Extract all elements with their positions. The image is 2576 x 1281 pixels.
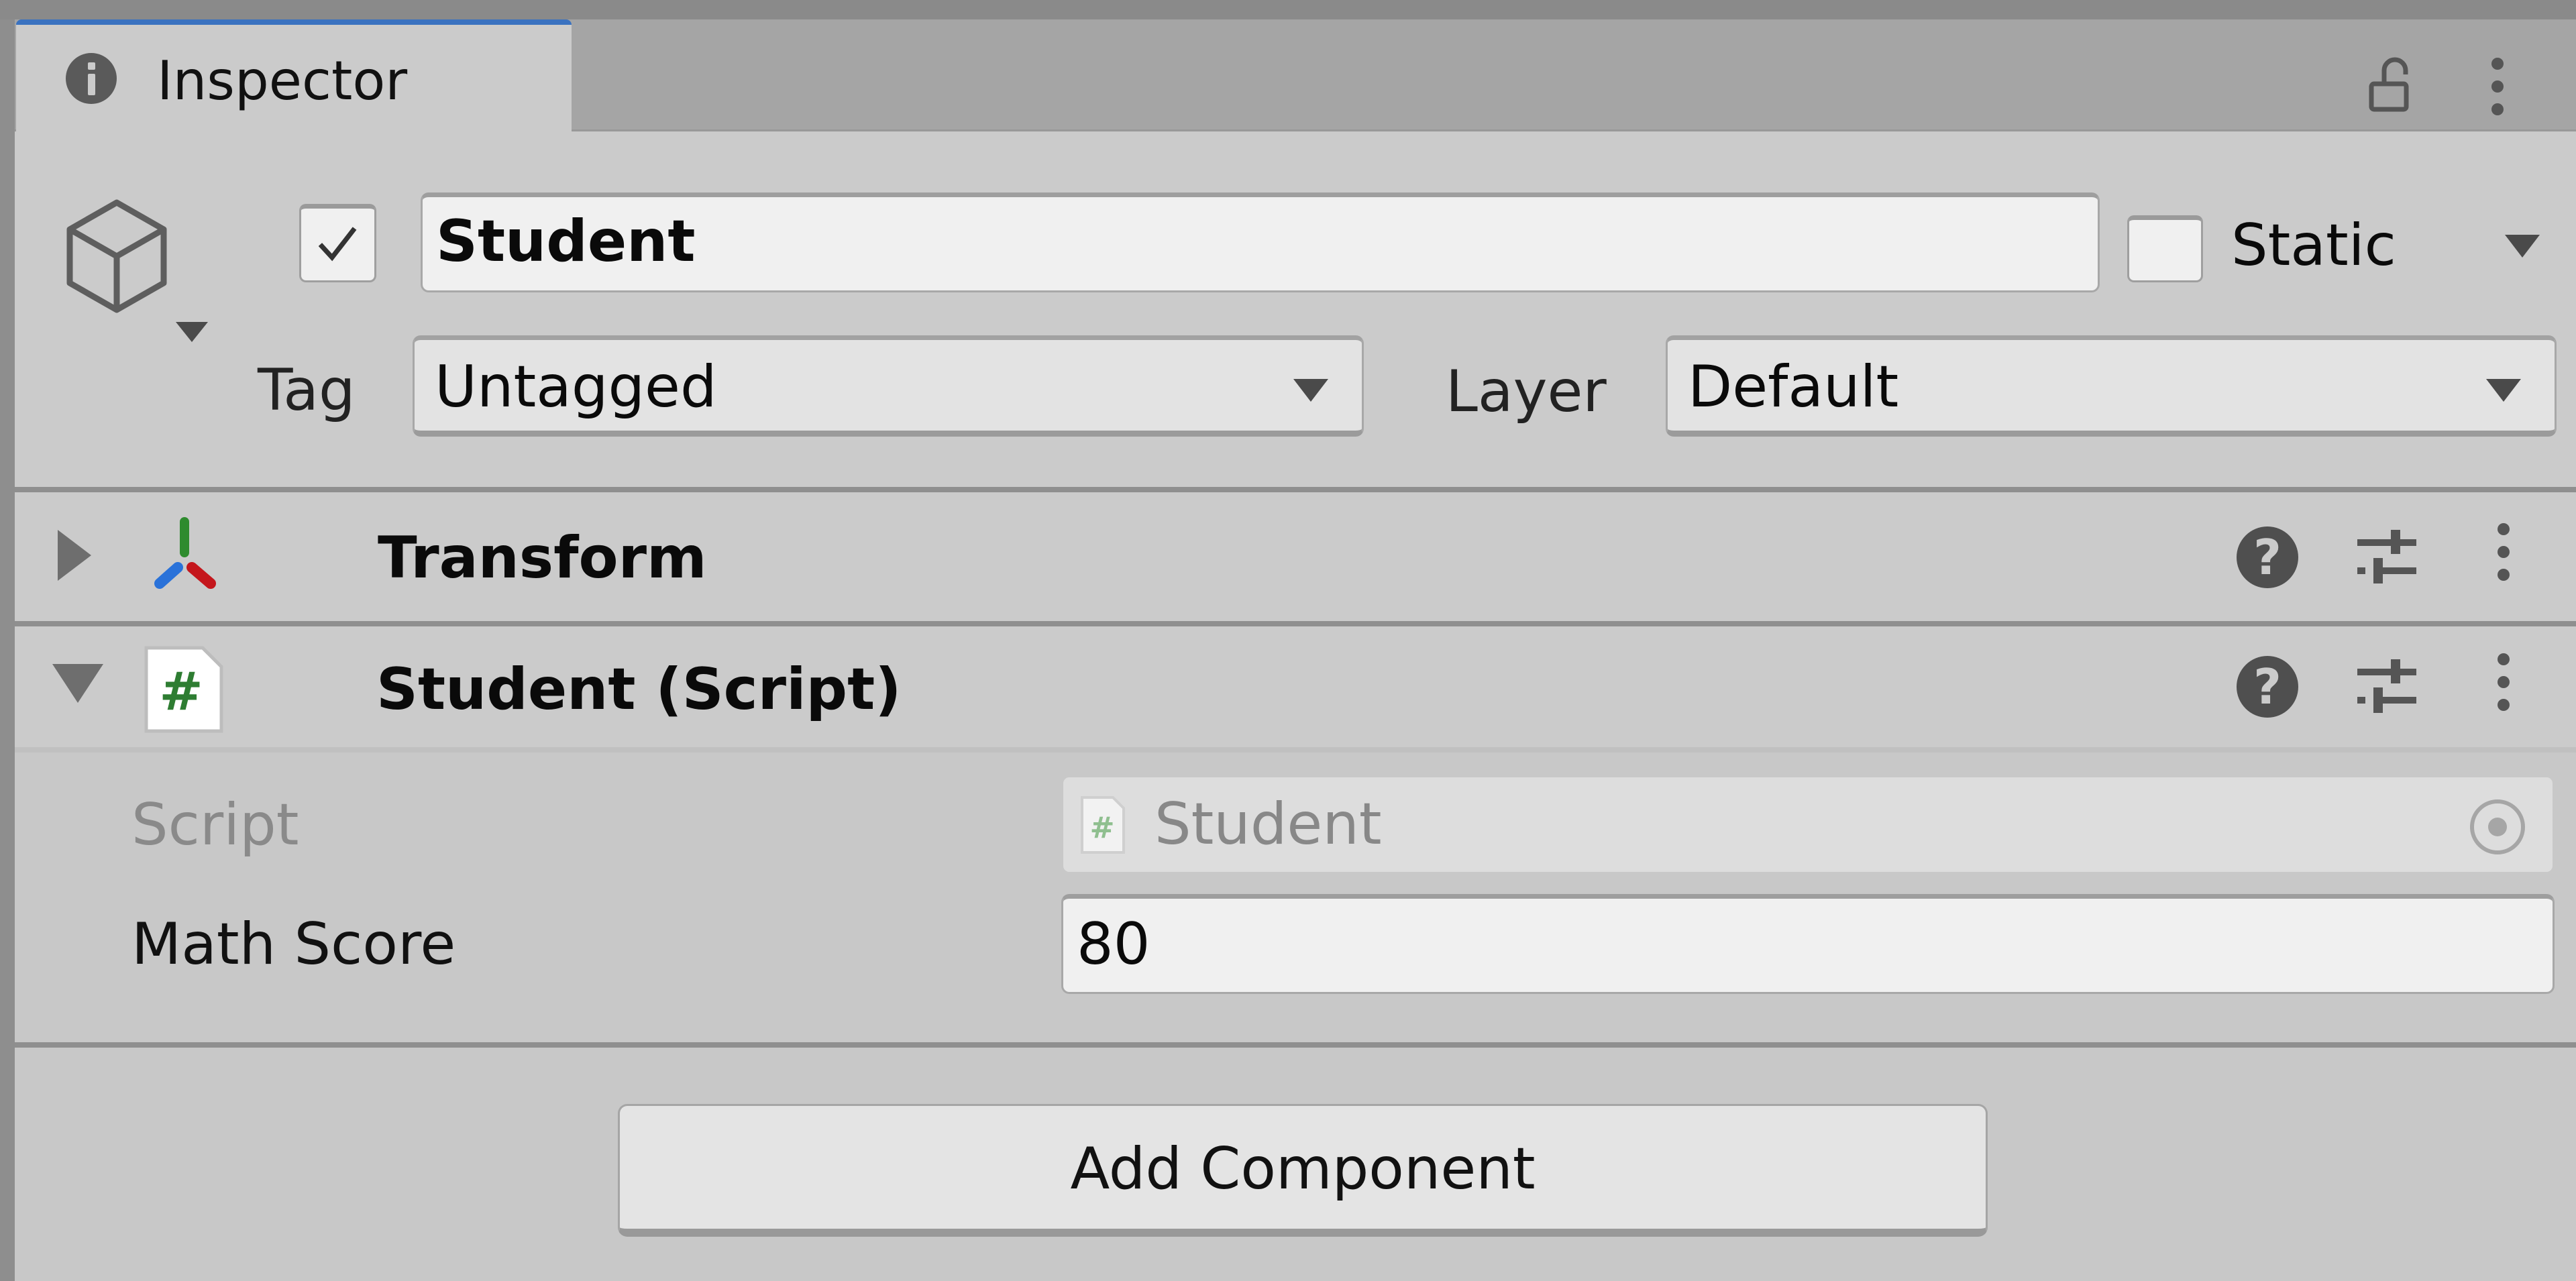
- transform-axes-icon: [154, 517, 216, 589]
- unlock-icon[interactable]: [2368, 57, 2416, 112]
- field-label-math-score: Math Score: [131, 911, 456, 978]
- chevron-down-icon: [2486, 379, 2521, 402]
- gameobject-name-input[interactable]: Student: [421, 192, 2100, 292]
- tag-dropdown[interactable]: Untagged: [413, 335, 1364, 437]
- divider: [15, 1042, 2576, 1048]
- divider: [15, 621, 2576, 626]
- foldout-expanded-arrow-icon[interactable]: [52, 664, 103, 703]
- static-dropdown-arrow-icon[interactable]: [2505, 235, 2540, 258]
- layer-dropdown[interactable]: Default: [1666, 335, 2557, 437]
- help-icon[interactable]: ?: [2237, 526, 2298, 588]
- cube-icon[interactable]: [56, 194, 177, 329]
- checkmark-icon: [318, 227, 357, 262]
- layer-value: Default: [1688, 353, 1899, 421]
- tab-inspector[interactable]: Inspector: [16, 19, 572, 133]
- divider: [15, 747, 2576, 753]
- icon-dropdown-arrow-icon[interactable]: [176, 322, 208, 342]
- object-picker-icon: [2470, 799, 2525, 854]
- svg-text:#: #: [1090, 811, 1115, 845]
- presets-sliders-icon[interactable]: [2355, 524, 2419, 589]
- component-title-transform: Transform: [378, 524, 707, 592]
- math-score-value: 80: [1077, 911, 1150, 978]
- gameobject-name-value: Student: [436, 208, 696, 275]
- info-icon: [66, 53, 117, 104]
- tag-label: Tag: [258, 357, 356, 424]
- math-score-input[interactable]: 80: [1061, 894, 2555, 994]
- presets-sliders-icon[interactable]: [2355, 654, 2419, 718]
- foldout-collapsed-arrow-icon[interactable]: [58, 530, 91, 581]
- chevron-down-icon: [1293, 379, 1328, 402]
- active-checkbox[interactable]: [299, 204, 376, 282]
- component-title-student-script: Student (Script): [376, 656, 902, 723]
- field-label-script: Script: [131, 791, 299, 858]
- window-top-bar: [0, 0, 2576, 19]
- component-menu-kebab-icon[interactable]: [2498, 653, 2510, 722]
- component-menu-kebab-icon[interactable]: [2498, 523, 2510, 592]
- layer-label: Layer: [1446, 358, 1607, 425]
- csharp-script-icon: #: [1081, 796, 1125, 854]
- inspector-menu-kebab-icon[interactable]: [2491, 58, 2504, 126]
- tag-value: Untagged: [435, 353, 717, 421]
- static-label: Static: [2231, 212, 2396, 279]
- svg-text:#: #: [159, 662, 203, 722]
- script-reference-field: # Student: [1061, 775, 2555, 874]
- add-component-button[interactable]: Add Component: [618, 1104, 1988, 1237]
- csharp-script-icon: #: [144, 646, 223, 733]
- tab-inspector-label: Inspector: [157, 50, 408, 112]
- script-reference-value: Student: [1155, 791, 1382, 858]
- help-icon[interactable]: ?: [2237, 656, 2298, 718]
- static-checkbox[interactable]: [2127, 215, 2203, 282]
- add-component-label: Add Component: [1070, 1135, 1536, 1203]
- divider: [15, 487, 2576, 492]
- panel-left-edge: [0, 19, 15, 1281]
